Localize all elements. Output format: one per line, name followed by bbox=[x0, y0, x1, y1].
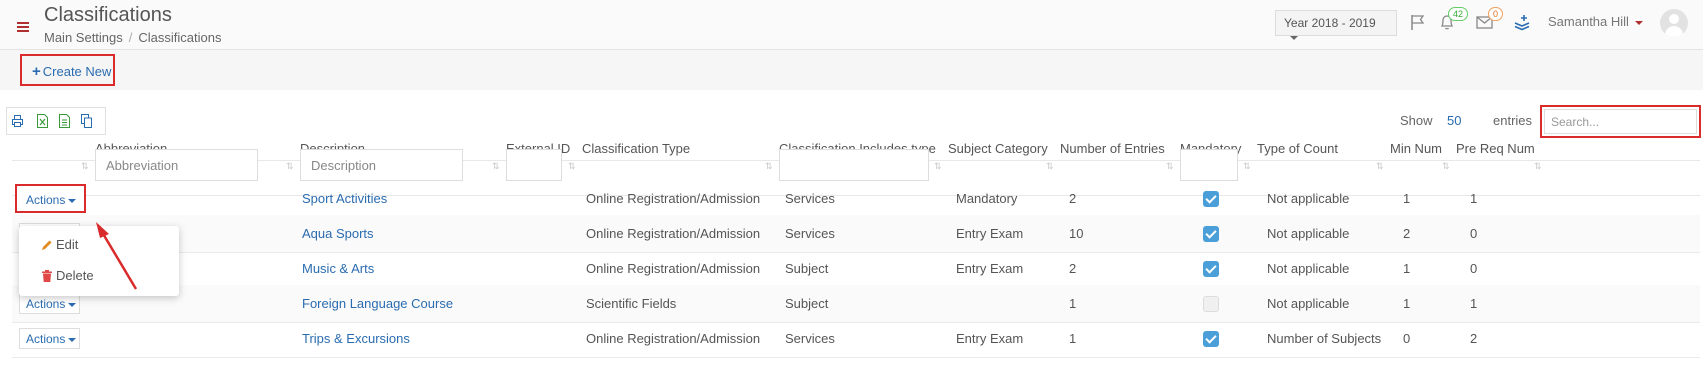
annotation-arrow bbox=[96, 222, 138, 290]
